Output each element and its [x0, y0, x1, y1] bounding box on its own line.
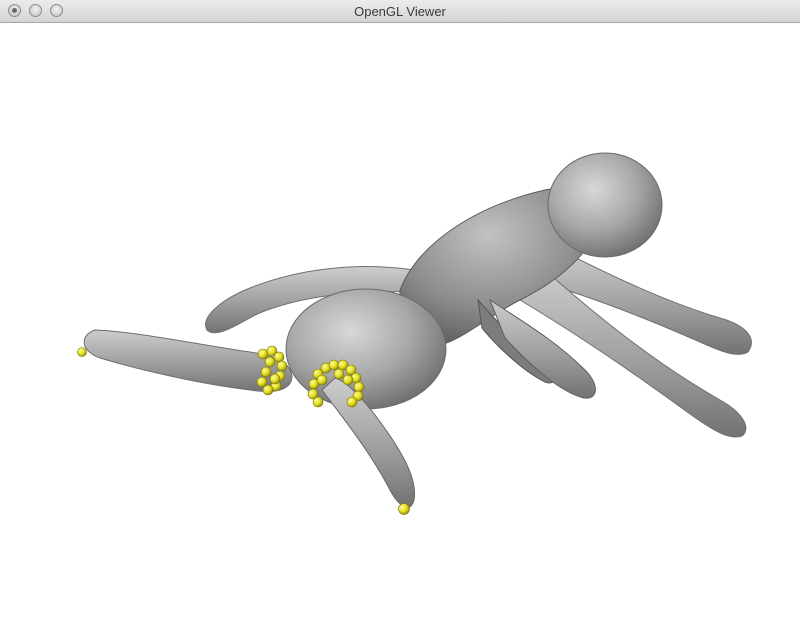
app-window: OpenGL Viewer: [0, 0, 800, 622]
title-bar[interactable]: OpenGL Viewer: [0, 0, 800, 23]
head-sphere: [547, 152, 663, 258]
window-title: OpenGL Viewer: [354, 4, 446, 19]
model-render: [77, 152, 752, 515]
opengl-viewport[interactable]: [0, 23, 800, 622]
marker-arm-tip: [77, 347, 87, 357]
marker-leg-tip: [398, 503, 410, 515]
